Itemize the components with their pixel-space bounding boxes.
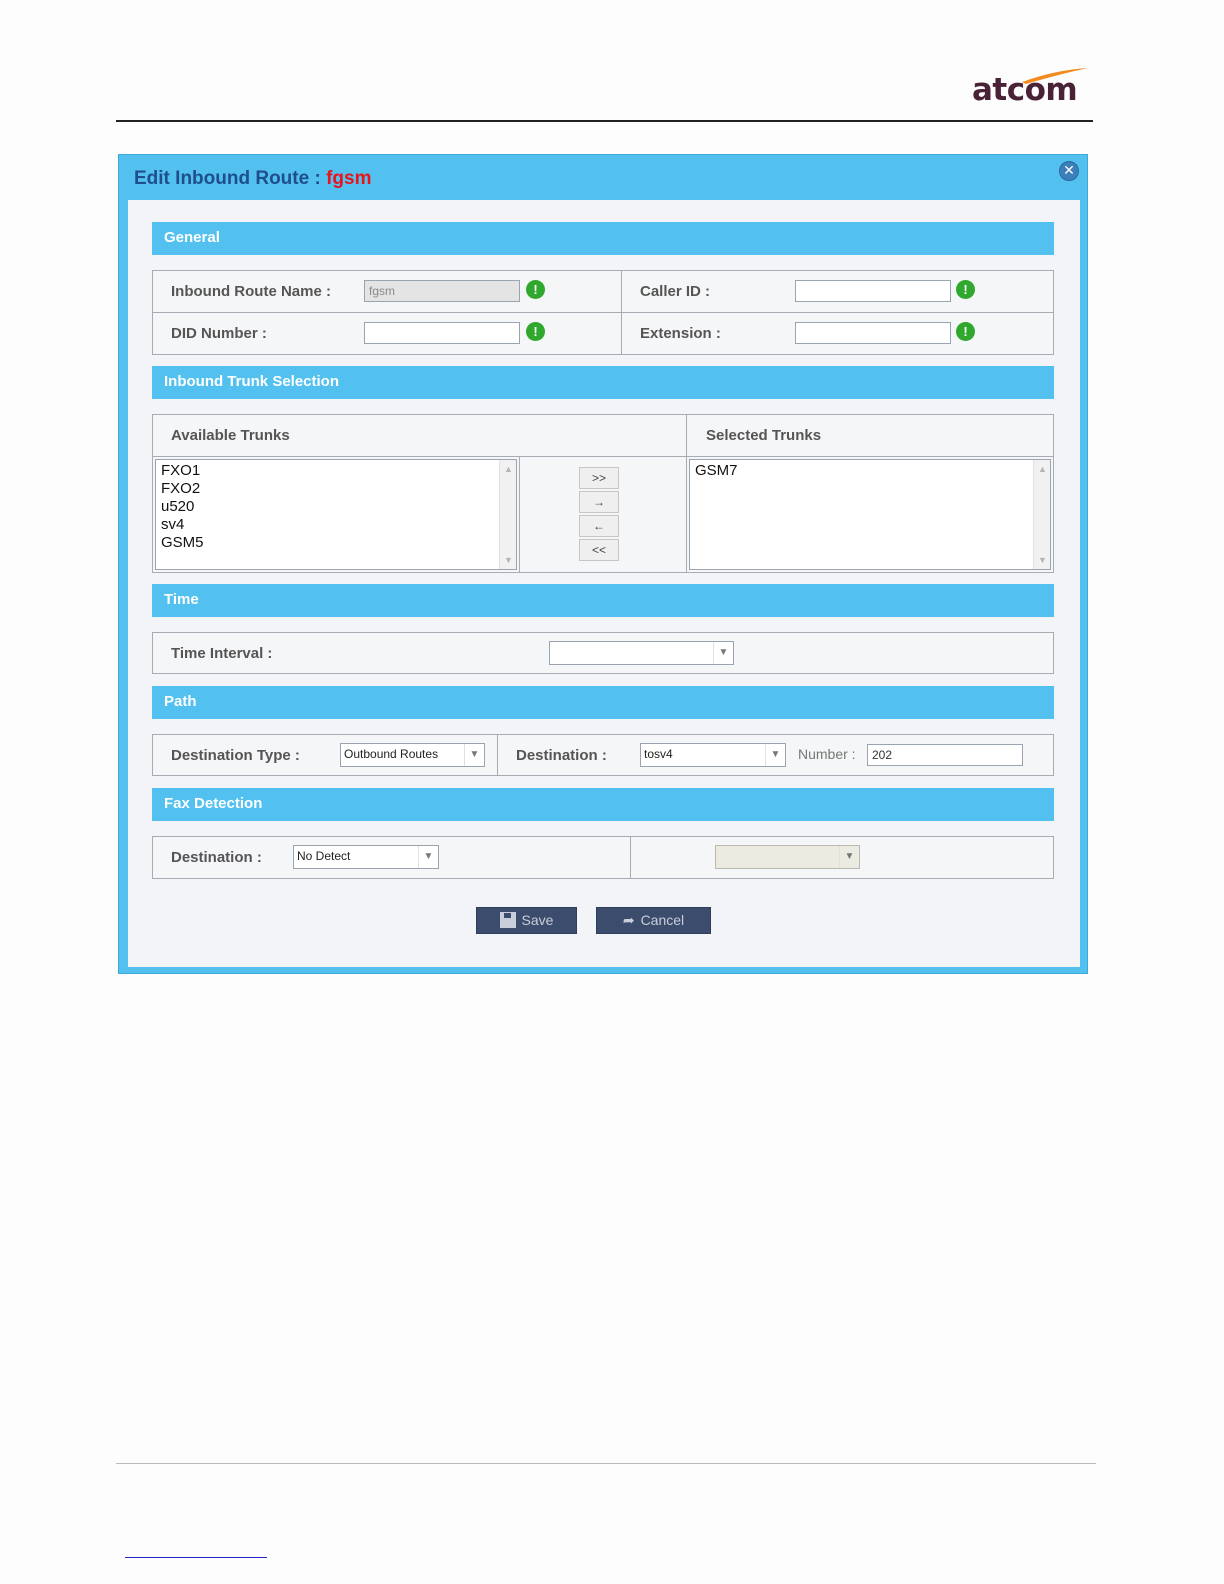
scroll-down-icon[interactable]: ▼: [500, 553, 517, 567]
save-button[interactable]: Save: [476, 907, 577, 934]
scroll-up-icon[interactable]: ▲: [1034, 462, 1051, 476]
dialog-title-route-name: fgsm: [326, 168, 372, 189]
divider: [519, 456, 520, 572]
route-name-input[interactable]: [364, 280, 520, 302]
path-panel: Destination Type : Outbound Routes ▼ Des…: [152, 734, 1054, 776]
footer-rule: [116, 1463, 1096, 1464]
did-number-input[interactable]: [364, 322, 520, 344]
add-button[interactable]: →: [579, 491, 619, 513]
did-number-label: DID Number :: [171, 325, 267, 342]
chevron-down-icon: ▼: [839, 846, 859, 868]
section-fax-detection: Fax Detection: [152, 788, 1054, 821]
add-all-button[interactable]: >>: [579, 467, 619, 489]
available-trunks-label: Available Trunks: [171, 427, 290, 444]
divider: [621, 271, 622, 354]
save-icon: [499, 912, 516, 928]
dialog-title: Edit Inbound Route : fgsm: [134, 168, 371, 190]
remove-all-button[interactable]: <<: [579, 539, 619, 561]
destination-label: Destination :: [516, 747, 607, 764]
destination-value: tosv4: [644, 747, 673, 761]
section-general: General: [152, 222, 1054, 255]
cancel-button[interactable]: ➦ Cancel: [596, 907, 711, 934]
save-label: Save: [521, 912, 554, 928]
caller-id-label: Caller ID :: [640, 283, 711, 300]
cancel-label: Cancel: [640, 912, 685, 928]
fax-panel: Destination : No Detect ▼ ▼: [152, 836, 1054, 879]
divider: [686, 415, 687, 572]
available-trunks-list[interactable]: FXO1 FXO2 u520 sv4 GSM5 ▲ ▼: [155, 459, 517, 570]
share-arrow-icon: ➦: [622, 912, 635, 928]
destination-select[interactable]: tosv4 ▼: [640, 743, 786, 767]
remove-button[interactable]: ←: [579, 515, 619, 537]
divider: [497, 735, 498, 775]
extension-input[interactable]: [795, 322, 951, 344]
fax-destination-label: Destination :: [171, 849, 262, 866]
time-panel: Time Interval : ▼: [152, 632, 1054, 674]
divider: [153, 456, 1053, 457]
scrollbar[interactable]: ▲ ▼: [1033, 460, 1050, 569]
dialog-body: General Inbound Route Name : ! Caller ID…: [128, 200, 1080, 967]
selected-trunks-label: Selected Trunks: [706, 427, 822, 444]
route-name-label: Inbound Route Name :: [171, 283, 331, 300]
trunk-panel: Available Trunks Selected Trunks FXO1 FX…: [152, 414, 1054, 573]
available-trunks-items: FXO1 FXO2 u520 sv4 GSM5: [157, 462, 204, 552]
dialog-title-prefix: Edit Inbound Route :: [134, 168, 327, 189]
section-trunk-selection: Inbound Trunk Selection: [152, 366, 1054, 399]
selected-trunks-items: GSM7: [691, 462, 738, 480]
fax-destination-select[interactable]: No Detect ▼: [293, 845, 439, 869]
scroll-down-icon[interactable]: ▼: [1034, 553, 1051, 567]
selected-trunks-list[interactable]: GSM7 ▲ ▼: [689, 459, 1051, 570]
list-item[interactable]: sv4: [157, 516, 204, 534]
chevron-down-icon: ▼: [713, 642, 733, 664]
atcom-logo: atcom: [972, 66, 1092, 110]
warning-icon: !: [526, 280, 545, 299]
time-interval-select[interactable]: ▼: [549, 641, 734, 665]
general-panel: Inbound Route Name : ! Caller ID : ! DID…: [152, 270, 1054, 355]
list-item[interactable]: GSM7: [691, 462, 738, 480]
destination-type-value: Outbound Routes: [344, 747, 439, 761]
logo-text: atcom: [972, 72, 1078, 108]
list-item[interactable]: u520: [157, 498, 204, 516]
destination-type-select[interactable]: Outbound Routes ▼: [340, 743, 485, 767]
fax-destination-value: No Detect: [297, 849, 351, 863]
divider: [630, 837, 631, 878]
chevron-down-icon: ▼: [765, 744, 785, 766]
warning-icon: !: [956, 322, 975, 341]
close-icon[interactable]: ✕: [1059, 161, 1079, 181]
header-rule: [116, 120, 1093, 122]
list-item[interactable]: GSM5: [157, 534, 204, 552]
fax-secondary-select[interactable]: ▼: [715, 845, 860, 869]
extension-label: Extension :: [640, 325, 721, 342]
list-item[interactable]: FXO2: [157, 480, 204, 498]
list-item[interactable]: FXO1: [157, 462, 204, 480]
edit-inbound-route-dialog: Edit Inbound Route : fgsm ✕ General Inbo…: [118, 154, 1088, 974]
number-label: Number :: [798, 746, 856, 762]
scroll-up-icon[interactable]: ▲: [500, 462, 517, 476]
warning-icon: !: [956, 280, 975, 299]
destination-type-label: Destination Type :: [171, 747, 300, 764]
chevron-down-icon: ▼: [418, 846, 438, 868]
warning-icon: !: [526, 322, 545, 341]
number-input[interactable]: [867, 744, 1023, 766]
divider: [153, 312, 1053, 313]
caller-id-input[interactable]: [795, 280, 951, 302]
scrollbar[interactable]: ▲ ▼: [499, 460, 516, 569]
chevron-down-icon: ▼: [464, 744, 484, 766]
section-time: Time: [152, 584, 1054, 617]
section-path: Path: [152, 686, 1054, 719]
time-interval-label: Time Interval :: [171, 645, 273, 662]
footer-link-underline: [125, 1557, 267, 1558]
